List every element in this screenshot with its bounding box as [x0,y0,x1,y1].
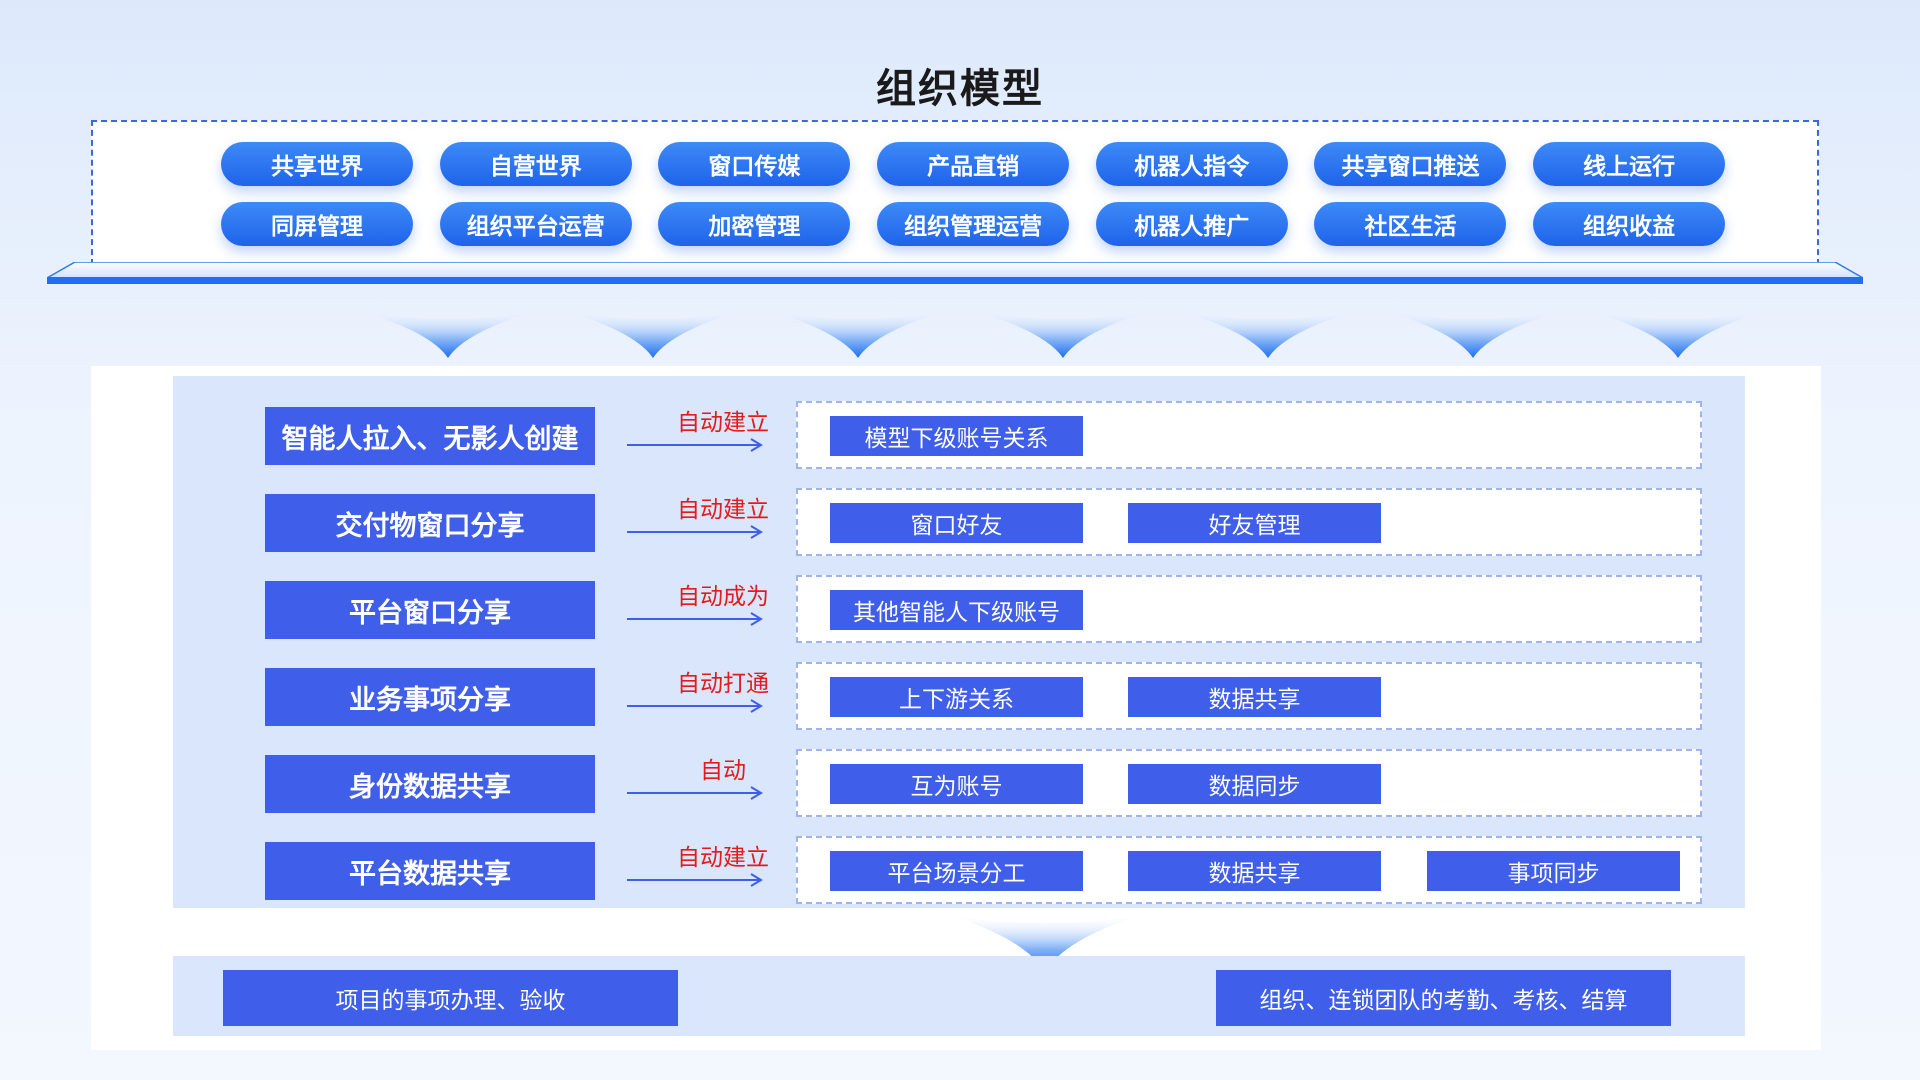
arrow-right-icon [627,612,763,626]
relation-label: 自动 [700,758,746,784]
platform-shelf [47,262,1863,284]
relationship-row: 平台数据共享 自动建立 平台场景分工 数据共享 事项同步 [173,836,1745,906]
feature-pill[interactable]: 机器人推广 [1095,202,1288,246]
feature-pill[interactable]: 窗口传媒 [658,142,851,186]
relation-label: 自动建立 [677,845,769,871]
relationship-row: 交付物窗口分享 自动建立 窗口好友 好友管理 [173,488,1745,558]
feature-pill[interactable]: 自营世界 [439,142,632,186]
relationship-row: 平台窗口分享 自动成为 其他智能人下级账号 [173,575,1745,645]
feature-pill[interactable]: 线上运行 [1533,142,1726,186]
target-tag[interactable]: 数据共享 [1128,851,1381,891]
target-tag[interactable]: 平台场景分工 [830,851,1083,891]
source-box[interactable]: 业务事项分享 [265,668,595,726]
target-container: 窗口好友 好友管理 [796,488,1702,556]
feature-pill[interactable]: 组织管理运营 [877,202,1070,246]
target-tag[interactable]: 窗口好友 [830,503,1083,543]
feature-pill[interactable]: 组织收益 [1533,202,1726,246]
target-container: 互为账号 数据同步 [796,749,1702,817]
feature-pill[interactable]: 同屏管理 [221,202,413,246]
source-box[interactable]: 平台数据共享 [265,842,595,900]
feature-pill[interactable]: 共享世界 [221,142,413,186]
feature-grid: 共享世界 自营世界 窗口传媒 产品直销 机器人指令 共享窗口推送 线上运行 同屏… [221,142,1726,246]
source-box[interactable]: 交付物窗口分享 [265,494,595,552]
target-container: 其他智能人下级账号 [796,575,1702,643]
relation-label: 自动成为 [677,584,769,610]
relationship-row: 身份数据共享 自动 互为账号 数据同步 [173,749,1745,819]
target-tag[interactable]: 数据同步 [1128,764,1381,804]
arrow-right-icon [627,786,763,800]
arrow-right-icon [627,699,763,713]
feature-panel: 共享世界 自营世界 窗口传媒 产品直销 机器人指令 共享窗口推送 线上运行 同屏… [91,120,1819,265]
target-tag[interactable]: 模型下级账号关系 [830,416,1083,456]
source-box[interactable]: 平台窗口分享 [265,581,595,639]
flow-arrows-top [370,314,1756,358]
arrow-right-icon [627,873,763,887]
arrow-right-icon [627,438,763,452]
outcome-box[interactable]: 组织、连锁团队的考勤、考核、结算 [1216,970,1671,1026]
source-box[interactable]: 智能人拉入、无影人创建 [265,407,595,465]
relationship-row: 业务事项分享 自动打通 上下游关系 数据共享 [173,662,1745,732]
target-tag[interactable]: 事项同步 [1427,851,1680,891]
target-tag[interactable]: 数据共享 [1128,677,1381,717]
target-tag[interactable]: 好友管理 [1128,503,1381,543]
page-title: 组织模型 [876,66,1044,112]
feature-pill[interactable]: 加密管理 [658,202,851,246]
target-container: 平台场景分工 数据共享 事项同步 [796,836,1702,904]
relationship-panel: 智能人拉入、无影人创建 自动建立 模型下级账号关系 交付物窗口分享 自动建立 窗… [91,366,1821,1050]
target-container: 上下游关系 数据共享 [796,662,1702,730]
source-box[interactable]: 身份数据共享 [265,755,595,813]
feature-pill[interactable]: 产品直销 [877,142,1070,186]
outcome-box[interactable]: 项目的事项办理、验收 [223,970,678,1026]
relationship-rows: 智能人拉入、无影人创建 自动建立 模型下级账号关系 交付物窗口分享 自动建立 窗… [173,376,1745,908]
relation-label: 自动建立 [677,497,769,523]
outcome-panel: 项目的事项办理、验收 组织、连锁团队的考勤、考核、结算 [173,956,1745,1036]
feature-pill[interactable]: 组织平台运营 [439,202,632,246]
feature-pill[interactable]: 机器人指令 [1095,142,1288,186]
feature-pill[interactable]: 社区生活 [1314,202,1507,246]
feature-pill[interactable]: 共享窗口推送 [1314,142,1507,186]
target-container: 模型下级账号关系 [796,401,1702,469]
target-tag[interactable]: 上下游关系 [830,677,1083,717]
relationship-row: 智能人拉入、无影人创建 自动建立 模型下级账号关系 [173,401,1745,471]
target-tag[interactable]: 其他智能人下级账号 [830,590,1083,630]
relation-label: 自动打通 [677,671,769,697]
relation-label: 自动建立 [677,410,769,436]
arrow-right-icon [627,525,763,539]
target-tag[interactable]: 互为账号 [830,764,1083,804]
